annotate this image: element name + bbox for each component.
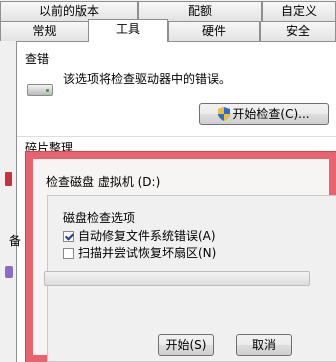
tab-previous-versions[interactable]: 以前的版本 <box>0 1 138 21</box>
auto-fix-checkbox[interactable] <box>63 231 74 242</box>
error-check-group-title: 查错 <box>25 52 50 66</box>
error-check-description: 该选项将检查驱动器中的错误。 <box>63 72 232 86</box>
cancel-button[interactable]: 取消 <box>236 334 292 356</box>
start-check-button[interactable]: 开始检查(C)... <box>199 103 329 125</box>
backup-icon <box>5 266 13 278</box>
backup-group-title: 备 <box>9 234 22 248</box>
tab-tools[interactable]: 工具 <box>88 19 168 42</box>
disk-check-options-title: 磁盘检查选项 <box>63 211 136 225</box>
drive-icon <box>27 84 53 96</box>
start-check-button-label: 开始检查(C)... <box>232 107 310 121</box>
tab-row-top: 以前的版本 配额 自定义 <box>0 0 336 22</box>
tab-general[interactable]: 常规 <box>0 21 89 41</box>
scan-recover-option[interactable]: 扫描并尝试恢复坏扇区(N) <box>63 244 216 261</box>
check-progress-bar <box>44 271 310 286</box>
tab-row-bottom: 常规 工具 硬件 安全 <box>0 19 336 42</box>
tab-security[interactable]: 安全 <box>260 21 336 41</box>
auto-fix-label: 自动修复文件系统错误(A) <box>78 229 216 243</box>
auto-fix-option[interactable]: 自动修复文件系统错误(A) <box>63 227 216 244</box>
scan-recover-label: 扫描并尝试恢复坏扇区(N) <box>78 246 217 260</box>
group-divider <box>17 136 336 137</box>
tab-quota[interactable]: 配额 <box>138 1 262 21</box>
uac-shield-icon <box>218 107 231 121</box>
check-disk-title: 检查磁盘 虚拟机 (D:) <box>46 175 161 189</box>
tab-hardware[interactable]: 硬件 <box>168 21 260 41</box>
defrag-icon <box>5 172 12 186</box>
scan-recover-checkbox[interactable] <box>63 248 74 259</box>
tab-customize[interactable]: 自定义 <box>262 1 336 21</box>
start-button[interactable]: 开始(S) <box>158 334 214 356</box>
